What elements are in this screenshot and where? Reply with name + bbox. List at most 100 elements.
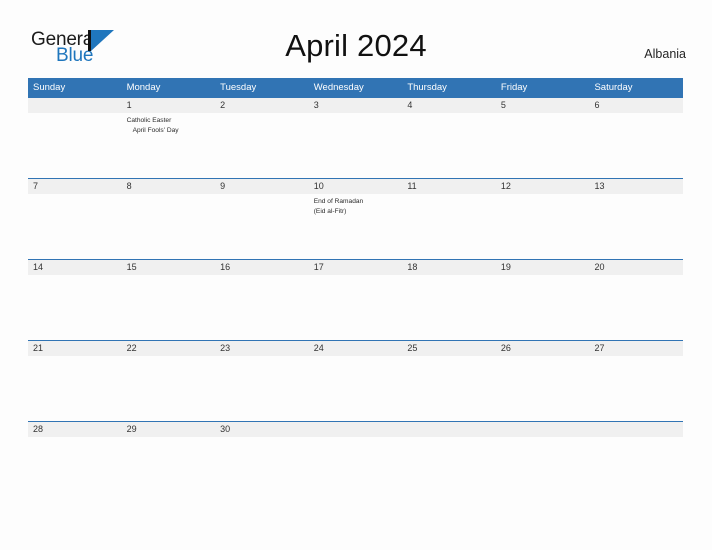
- day-number[interactable]: 9: [215, 179, 309, 194]
- day-cell[interactable]: [402, 437, 496, 445]
- event-label: April Fools' Day: [132, 126, 179, 134]
- day-cell[interactable]: [496, 113, 590, 177]
- day-cell[interactable]: [309, 113, 403, 177]
- day-cell[interactable]: [28, 356, 122, 420]
- day-cell[interactable]: [589, 113, 683, 177]
- day-number[interactable]: 19: [496, 260, 590, 275]
- day-cell[interactable]: [402, 356, 496, 420]
- day-number[interactable]: 24: [309, 341, 403, 356]
- day-number[interactable]: 11: [402, 179, 496, 194]
- day-cell[interactable]: [122, 437, 216, 445]
- day-cell[interactable]: [589, 194, 683, 258]
- day-cell[interactable]: [402, 113, 496, 177]
- day-cell[interactable]: [122, 356, 216, 420]
- day-number[interactable]: 27: [589, 341, 683, 356]
- day-cell[interactable]: [215, 356, 309, 420]
- day-cell[interactable]: [28, 194, 122, 258]
- day-number[interactable]: 2: [215, 98, 309, 113]
- day-cell[interactable]: [496, 275, 590, 339]
- day-number[interactable]: 18: [402, 260, 496, 275]
- day-cell[interactable]: [402, 194, 496, 258]
- calendar-week-row: 7 8 9 10 11 12 13 End of Ramadan (Eid al…: [28, 178, 683, 259]
- day-number[interactable]: 3: [309, 98, 403, 113]
- weekday-header-row: Sunday Monday Tuesday Wednesday Thursday…: [28, 78, 683, 97]
- week-event-band: [28, 437, 683, 445]
- day-cell[interactable]: [215, 275, 309, 339]
- day-cell[interactable]: [402, 275, 496, 339]
- event-label: End of Ramadan: [313, 198, 364, 205]
- day-number[interactable]: 21: [28, 341, 122, 356]
- calendar-page: General Blue April 2024 Albania Sunday M…: [0, 0, 712, 550]
- day-cell[interactable]: [309, 437, 403, 445]
- calendar-week-row: 28 29 30: [28, 421, 683, 445]
- day-number[interactable]: [402, 422, 496, 437]
- day-number[interactable]: 28: [28, 422, 122, 437]
- week-date-band: 14 15 16 17 18 19 20: [28, 260, 683, 275]
- page-header: General Blue April 2024 Albania: [0, 0, 712, 78]
- day-cell[interactable]: [309, 356, 403, 420]
- weekday-header-friday: Friday: [500, 82, 528, 93]
- day-number[interactable]: 10: [309, 179, 403, 194]
- day-cell[interactable]: [589, 437, 683, 445]
- week-date-band: 1 2 3 4 5 6: [28, 98, 683, 113]
- event-label: Catholic Easter: [126, 117, 172, 124]
- weekday-header-thursday: Thursday: [407, 82, 447, 93]
- day-number[interactable]: 26: [496, 341, 590, 356]
- day-cell[interactable]: Catholic Easter April Fools' Day: [122, 113, 216, 177]
- day-cell[interactable]: [215, 194, 309, 258]
- day-number[interactable]: 12: [496, 179, 590, 194]
- country-label: Albania: [644, 47, 686, 61]
- day-cell[interactable]: [215, 437, 309, 445]
- day-cell[interactable]: [309, 275, 403, 339]
- day-cell[interactable]: [496, 194, 590, 258]
- week-event-band: Catholic Easter April Fools' Day: [28, 113, 683, 177]
- page-title: April 2024: [285, 28, 427, 63]
- calendar-week-row: 21 22 23 24 25 26 27: [28, 340, 683, 421]
- day-cell[interactable]: [122, 194, 216, 258]
- day-number[interactable]: 30: [215, 422, 309, 437]
- day-number[interactable]: [309, 422, 403, 437]
- day-number[interactable]: 6: [589, 98, 683, 113]
- weekday-header-tuesday: Tuesday: [220, 82, 257, 93]
- weekday-header-sunday: Sunday: [33, 82, 66, 93]
- day-number[interactable]: 20: [589, 260, 683, 275]
- day-number[interactable]: 16: [215, 260, 309, 275]
- day-cell[interactable]: [496, 437, 590, 445]
- day-cell[interactable]: [122, 275, 216, 339]
- day-number[interactable]: 5: [496, 98, 590, 113]
- day-number[interactable]: 29: [122, 422, 216, 437]
- day-number[interactable]: 4: [402, 98, 496, 113]
- day-number[interactable]: 25: [402, 341, 496, 356]
- day-cell[interactable]: [215, 113, 309, 177]
- calendar-grid: Sunday Monday Tuesday Wednesday Thursday…: [28, 78, 683, 445]
- day-cell[interactable]: [28, 113, 122, 177]
- week-event-band: [28, 356, 683, 420]
- day-number[interactable]: 15: [122, 260, 216, 275]
- calendar-week-row: 14 15 16 17 18 19 20: [28, 259, 683, 340]
- week-event-band: [28, 275, 683, 339]
- day-cell[interactable]: [589, 356, 683, 420]
- weekday-header-saturday: Saturday: [594, 82, 633, 93]
- week-date-band: 7 8 9 10 11 12 13: [28, 179, 683, 194]
- day-number[interactable]: 13: [589, 179, 683, 194]
- week-event-band: End of Ramadan (Eid al-Fitr): [28, 194, 683, 258]
- day-cell[interactable]: [28, 275, 122, 339]
- day-number[interactable]: [589, 422, 683, 437]
- weekday-header-wednesday: Wednesday: [313, 82, 364, 93]
- day-number[interactable]: 7: [28, 179, 122, 194]
- day-number[interactable]: 22: [122, 341, 216, 356]
- day-number[interactable]: 17: [309, 260, 403, 275]
- day-number[interactable]: 23: [215, 341, 309, 356]
- day-cell[interactable]: [589, 275, 683, 339]
- day-number[interactable]: 8: [122, 179, 216, 194]
- week-date-band: 21 22 23 24 25 26 27: [28, 341, 683, 356]
- day-number[interactable]: 14: [28, 260, 122, 275]
- week-date-band: 28 29 30: [28, 422, 683, 437]
- day-cell[interactable]: [496, 356, 590, 420]
- day-cell[interactable]: [28, 437, 122, 445]
- day-number[interactable]: [28, 98, 122, 113]
- day-cell[interactable]: End of Ramadan (Eid al-Fitr): [309, 194, 403, 258]
- day-number[interactable]: [496, 422, 590, 437]
- calendar-week-row: 1 2 3 4 5 6 Catholic Easter April Fools'…: [28, 97, 683, 178]
- day-number[interactable]: 1: [122, 98, 216, 113]
